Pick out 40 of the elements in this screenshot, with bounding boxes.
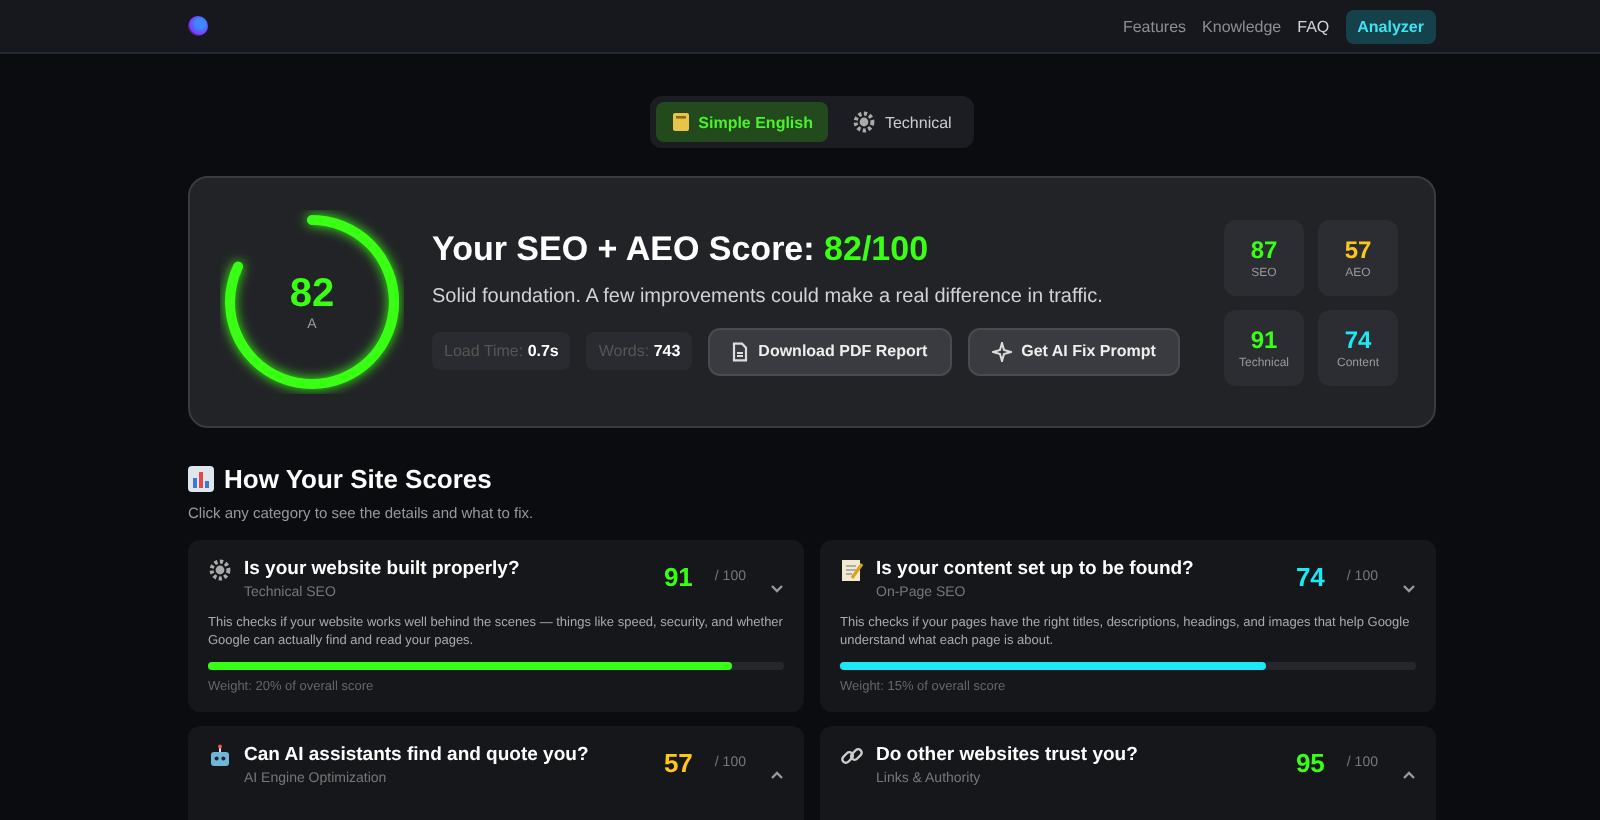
chevron-icon[interactable] (770, 584, 784, 594)
chevron-icon[interactable] (770, 770, 784, 780)
category-title: Is your website built properly? (244, 558, 522, 580)
category-title: Can AI assistants find and quote you? (244, 744, 591, 766)
analyzer-button[interactable]: Analyzer (1345, 9, 1436, 43)
subscore-value: 91 (1250, 325, 1278, 353)
robot-icon (208, 744, 232, 768)
gear-icon (208, 558, 232, 582)
subscore-value: 74 (1344, 325, 1372, 353)
category-score: 95 (1295, 748, 1325, 778)
category-score: 57 (663, 748, 693, 778)
link-icon (840, 744, 864, 768)
score-value: 82 (289, 272, 335, 318)
subscore-value: 57 (1344, 235, 1372, 263)
document-icon (732, 341, 749, 361)
action-button[interactable]: Download PDF Report (708, 327, 952, 375)
chevron-icon[interactable] (1402, 584, 1416, 594)
nav-link[interactable]: Knowledge (1202, 17, 1282, 35)
chevron-icon[interactable] (1402, 770, 1416, 780)
mode-tab[interactable]: Technical (836, 102, 968, 142)
category-title: Is your content set up to be found? (876, 558, 1196, 580)
category-score: 91 (663, 562, 693, 592)
logo-icon[interactable] (188, 16, 208, 36)
gear-icon (852, 110, 877, 134)
category-card[interactable] (188, 540, 804, 712)
nav-link[interactable]: Features (1122, 17, 1187, 35)
subscore-value: 87 (1250, 235, 1278, 263)
score-title: Your SEO + AEO Score: 82/100 (432, 229, 931, 269)
section-title: How Your Site Scores (224, 464, 492, 494)
category-card[interactable] (820, 540, 1436, 712)
score-summary: Solid foundation. A few improvements could make a real difference in traffic. (432, 285, 1105, 307)
sparkle-icon (991, 341, 1012, 361)
category-title: Do other websites trust you? (876, 744, 1140, 766)
bar-chart-icon (188, 466, 214, 492)
book-icon (672, 112, 691, 132)
nav-link[interactable]: FAQ (1297, 17, 1330, 35)
category-score: 74 (1295, 562, 1325, 592)
action-button[interactable]: Get AI Fix Prompt (967, 327, 1180, 375)
notepad-icon (840, 558, 864, 582)
mode-tab[interactable]: Simple English (656, 102, 829, 142)
